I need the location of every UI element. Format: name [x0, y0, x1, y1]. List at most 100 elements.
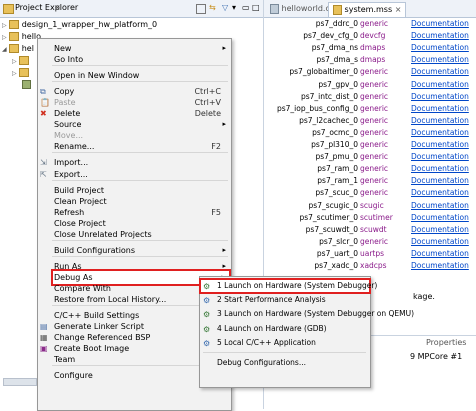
driver-type: generic — [360, 67, 389, 77]
documentation-link[interactable]: Documentation — [411, 248, 469, 260]
expand-icon[interactable]: ▷ — [2, 22, 7, 29]
menu-separator — [203, 352, 366, 353]
folder-icon — [19, 56, 30, 65]
peripheral-name: ps7_scutimer_0 — [299, 212, 358, 222]
expand-icon[interactable]: ▷ — [2, 34, 7, 41]
debug-qemu-icon: ⚙ — [203, 310, 211, 320]
tree-item-hel[interactable]: ◢ hel — [2, 43, 34, 55]
project-explorer-icon — [3, 4, 14, 14]
documentation-link[interactable]: Documentation — [411, 200, 469, 212]
maximize-icon[interactable]: □ — [252, 3, 260, 12]
peripheral-name: ps7_ram_1 — [317, 176, 358, 186]
folder-icon — [9, 44, 20, 53]
documentation-link[interactable]: Documentation — [411, 115, 469, 127]
driver-type: generic — [360, 115, 389, 125]
driver-type: generic — [360, 127, 389, 137]
peripheral-name: ps7_dev_cfg_0 — [303, 31, 358, 41]
driver-type: dmaps — [360, 55, 386, 65]
driver-type: generic — [360, 164, 389, 174]
c-app-icon: ⚙ — [203, 338, 211, 348]
tree-item-child[interactable]: ▷ — [12, 55, 30, 67]
driver-type: scutimer — [360, 212, 393, 222]
c-file-icon — [270, 3, 279, 14]
collapse-all-icon[interactable] — [196, 4, 206, 14]
documentation-link[interactable]: Documentation — [411, 66, 469, 78]
file-icon — [22, 80, 31, 89]
peripheral-name: ps7_l2cachec_0 — [299, 115, 358, 125]
tab-label: system.mss — [344, 5, 393, 14]
driver-type: dmaps — [360, 43, 386, 53]
mss-row: ps7_slcr_0 generic Documentation — [264, 236, 476, 248]
expand-icon[interactable]: ▷ — [12, 70, 17, 77]
documentation-link[interactable]: Documentation — [411, 127, 469, 139]
driver-type: generic — [360, 236, 389, 246]
tab-system-mss[interactable]: system.mss × — [328, 2, 407, 17]
tree-item-hw-platform[interactable]: ▷ design_1_wrapper_hw_platform_0 — [2, 19, 157, 31]
expand-icon[interactable]: ▷ — [12, 58, 17, 65]
peripheral-name: ps7_globaltimer_0 — [289, 67, 358, 77]
submenu-item-debug-configurations[interactable]: Debug Configurations... — [200, 356, 370, 370]
peripheral-name: ps7_xadc_0 — [314, 261, 358, 270]
properties-tab[interactable]: Properties — [426, 338, 466, 347]
peripheral-name: ps7_intc_dist_0 — [300, 91, 358, 101]
debug-hw-icon: ⚙ — [203, 282, 211, 291]
documentation-link[interactable]: Documentation — [411, 91, 469, 103]
submenu-item-3-launch-on-hardware-system-debugger-on-qemu[interactable]: ⚙ 3 Launch on Hardware (System Debugger o… — [200, 307, 414, 321]
documentation-link[interactable]: Documentation — [411, 18, 469, 30]
minimize-icon[interactable]: ▭ — [242, 3, 250, 12]
submenu-item-label: 2 Start Performance Analysis — [217, 295, 326, 305]
tree-item-child[interactable]: ▷ — [12, 67, 30, 79]
driver-type: generic — [360, 152, 389, 162]
documentation-link[interactable]: Documentation — [411, 187, 469, 199]
documentation-link[interactable]: Documentation — [411, 260, 469, 272]
driver-type: devcfg — [360, 31, 386, 41]
documentation-link[interactable]: Documentation — [411, 163, 469, 175]
mss-row: ps7_xadc_0 xadcps Documentation — [264, 260, 476, 272]
submenu-item-5-local-c-c-application[interactable]: ⚙ 5 Local C/C++ Application — [200, 336, 370, 350]
documentation-link[interactable]: Documentation — [411, 224, 469, 236]
submenu-item-2-start-performance-analysis[interactable]: ⚙ 2 Start Performance Analysis — [200, 293, 370, 307]
view-menu-icon[interactable]: ▾ — [232, 3, 236, 12]
documentation-link[interactable]: Documentation — [411, 236, 469, 248]
mss-row: ps7_uart_0 uartps Documentation — [264, 248, 476, 260]
documentation-link[interactable]: Documentation — [411, 139, 469, 151]
horizontal-scrollbar[interactable] — [3, 378, 37, 386]
mss-row: ps7_gpv_0 generic Documentation — [264, 79, 476, 91]
driver-type: generic — [360, 19, 389, 28]
submenu-item-1-launch-on-hardware-system-debugger[interactable]: ⚙ 1 Launch on Hardware (System Debugger) — [199, 278, 377, 294]
submenu-item-4-launch-on-hardware-gdb[interactable]: ⚙ 4 Launch on Hardware (GDB) — [200, 322, 370, 336]
peripheral-name: ps7_scugic_0 — [308, 200, 358, 210]
tree-item-hello[interactable]: ▷ hello — [2, 31, 41, 43]
documentation-link[interactable]: Documentation — [411, 42, 469, 54]
submenu-item-label: 3 Launch on Hardware (System Debugger on… — [217, 309, 415, 319]
close-icon[interactable]: × — [395, 5, 402, 14]
documentation-link[interactable]: Documentation — [411, 103, 469, 115]
documentation-link[interactable]: Documentation — [411, 54, 469, 66]
mss-row: ps7_scutimer_0 scutimer Documentation — [264, 212, 476, 224]
debug-gdb-icon: ⚙ — [203, 324, 211, 334]
driver-type: generic — [360, 79, 389, 89]
documentation-link[interactable]: Documentation — [411, 30, 469, 42]
filter-icon[interactable]: ▽ — [222, 3, 228, 12]
menu-item-label: Configure — [54, 371, 93, 381]
peripheral-name: ps7_dma_ns — [311, 43, 358, 53]
documentation-link[interactable]: Documentation — [411, 151, 469, 163]
peripheral-name: ps7_ocmc_0 — [312, 127, 358, 137]
mss-row: ps7_iop_bus_config_0 generic Documentation — [264, 103, 476, 115]
mss-table: ps7_ddrc_0 generic Documentation ps7_dev_cf… — [264, 18, 476, 278]
close-icon[interactable]: × — [54, 3, 61, 12]
link-editor-icon[interactable]: ⇆ — [209, 3, 216, 12]
peripheral-name: ps7_pl310_0 — [311, 140, 358, 149]
mss-row: ps7_scuwdt_0 scuwdt Documentation — [264, 224, 476, 236]
mss-row: ps7_ddrc_0 generic Documentation — [264, 18, 476, 30]
tree-item-child[interactable] — [22, 79, 31, 91]
mss-row: ps7_scuc_0 generic Documentation — [264, 187, 476, 199]
documentation-link[interactable]: Documentation — [411, 175, 469, 187]
documentation-link[interactable]: Documentation — [411, 79, 469, 91]
driver-type: xadcps — [360, 261, 387, 270]
tab-helloworld[interactable]: helloworld.c — [266, 2, 334, 16]
menu-separator — [52, 179, 228, 181]
documentation-link[interactable]: Documentation — [411, 212, 469, 224]
collapse-icon[interactable]: ◢ — [2, 46, 7, 53]
tab-label: helloworld.c — [281, 4, 330, 13]
